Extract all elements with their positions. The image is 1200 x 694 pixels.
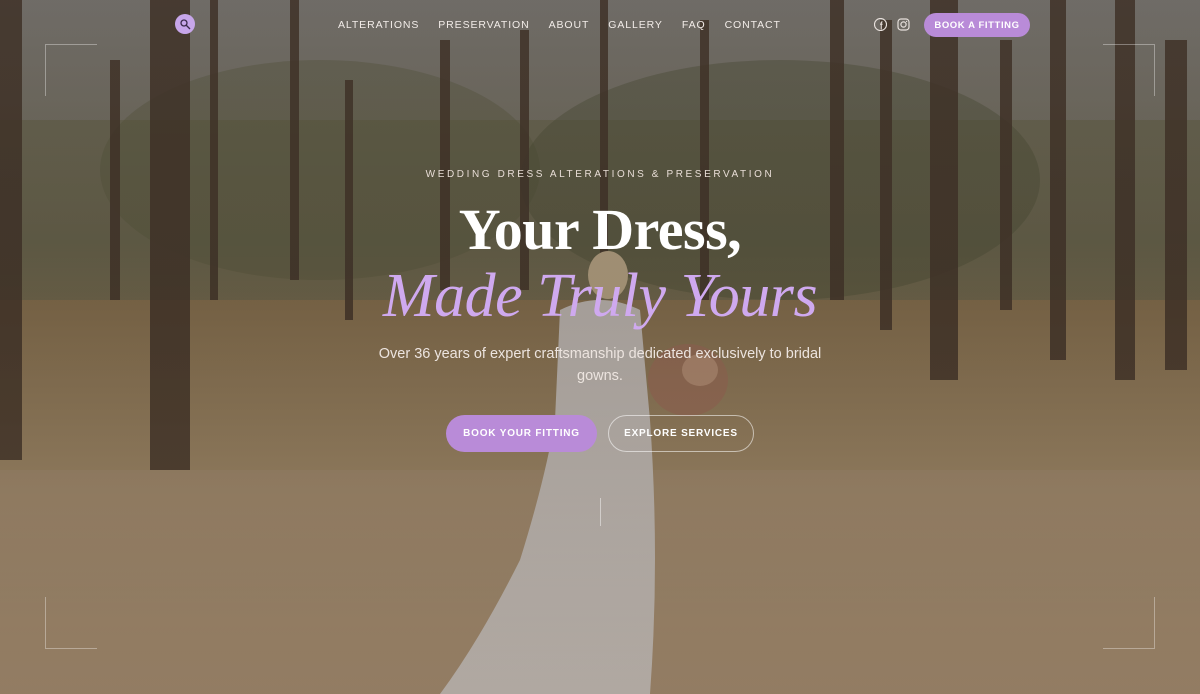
corner-frame-bottom-left — [45, 597, 97, 649]
facebook-icon[interactable] — [873, 17, 888, 32]
explore-services-button[interactable]: EXPLORE SERVICES — [608, 415, 754, 452]
hero-title-line1: Your Dress, — [458, 197, 742, 262]
book-your-fitting-button[interactable]: BOOK YOUR FITTING — [446, 415, 597, 452]
hero-eyebrow: WEDDING DRESS ALTERATIONS & PRESERVATION — [425, 169, 775, 180]
nav-link-contact[interactable]: CONTACT — [725, 19, 781, 31]
nav-link-faq[interactable]: FAQ — [682, 19, 706, 31]
nav-link-preservation[interactable]: PRESERVATION — [438, 19, 529, 31]
corner-frame-bottom-right — [1103, 597, 1155, 649]
book-a-fitting-button[interactable]: BOOK A FITTING — [924, 13, 1030, 37]
nav-link-alterations[interactable]: ALTERATIONS — [338, 19, 419, 31]
hero-subtitle: Over 36 years of expert craftsmanship de… — [378, 346, 822, 384]
monogram-logo-icon[interactable] — [175, 14, 195, 34]
hero-section: ALTERATIONS PRESERVATION ABOUT GALLERY F… — [0, 0, 1200, 694]
corner-frame-top-left — [45, 44, 97, 96]
corner-frame-top-right — [1103, 44, 1155, 96]
hero-title-line2: Made Truly Yours — [382, 262, 818, 330]
scroll-indicator — [600, 498, 601, 526]
top-navigation: ALTERATIONS PRESERVATION ABOUT GALLERY F… — [0, 0, 1200, 50]
nav-link-about[interactable]: ABOUT — [549, 19, 590, 31]
social-links — [873, 17, 910, 32]
instagram-icon[interactable] — [897, 18, 910, 31]
nav-link-gallery[interactable]: GALLERY — [608, 19, 663, 31]
main-menu: ALTERATIONS PRESERVATION ABOUT GALLERY F… — [338, 19, 781, 31]
